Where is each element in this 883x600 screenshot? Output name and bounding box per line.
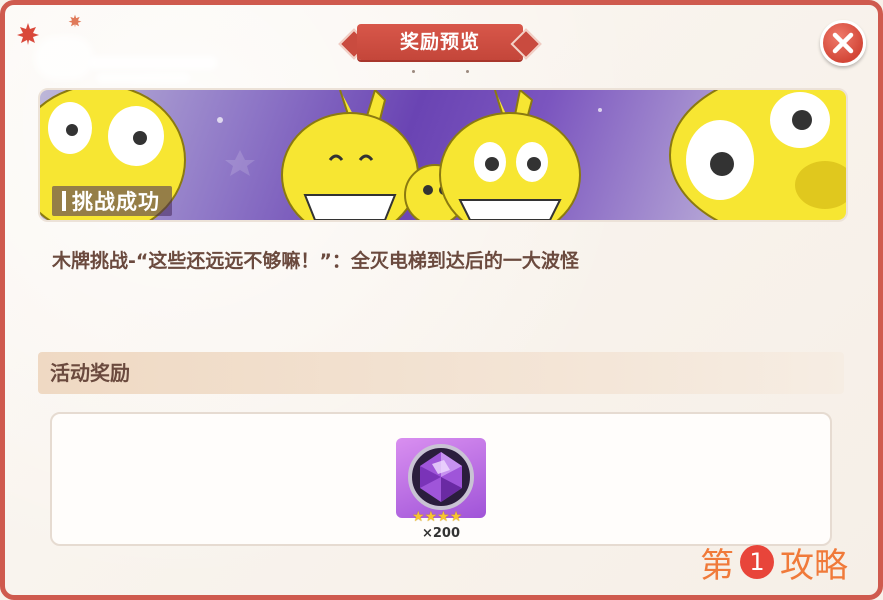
purple-gem-icon bbox=[408, 444, 474, 510]
close-icon bbox=[832, 32, 854, 54]
blurred-text-line bbox=[88, 56, 218, 70]
challenge-banner-image: 挑战成功 bbox=[38, 88, 848, 222]
blurred-text-line bbox=[96, 72, 191, 84]
reward-star-rating: ★ ★ ★ ★ bbox=[412, 510, 462, 524]
challenge-description: 木牌挑战-“这些还远远不够嘛！”：全灭电梯到达后的一大波怪 bbox=[52, 250, 579, 272]
maple-leaf-small-icon bbox=[68, 14, 82, 28]
site-watermark: 第 1 攻略 bbox=[700, 540, 848, 586]
close-button[interactable] bbox=[820, 20, 866, 66]
dialog-title: 奖励预览 bbox=[399, 31, 480, 53]
watermark-suffix: 攻略 bbox=[780, 545, 848, 586]
star-icon: ★ bbox=[449, 509, 463, 525]
reward-quantity: ×200 bbox=[421, 526, 461, 541]
rewards-section-title: 活动奖励 bbox=[50, 361, 130, 385]
star-icon: ★ bbox=[412, 509, 425, 525]
watermark-number: 1 bbox=[740, 545, 774, 579]
maple-leaf-icon bbox=[17, 23, 39, 45]
reward-icon-frame bbox=[396, 438, 486, 518]
challenge-success-label: 挑战成功 bbox=[52, 186, 172, 216]
rewards-section-header: 活动奖励 bbox=[38, 352, 844, 394]
watermark-prefix: 第 bbox=[700, 545, 734, 586]
star-icon: ★ bbox=[424, 509, 438, 525]
reward-item[interactable]: ★ ★ ★ ★ ×200 bbox=[396, 438, 486, 548]
label-accent-bar bbox=[62, 191, 66, 211]
dialog-title-banner: 奖励预览 bbox=[338, 24, 542, 60]
banner-label-text: 挑战成功 bbox=[72, 190, 160, 214]
title-decoration bbox=[410, 70, 470, 76]
star-icon: ★ bbox=[437, 509, 450, 525]
blurred-avatar bbox=[34, 36, 94, 80]
